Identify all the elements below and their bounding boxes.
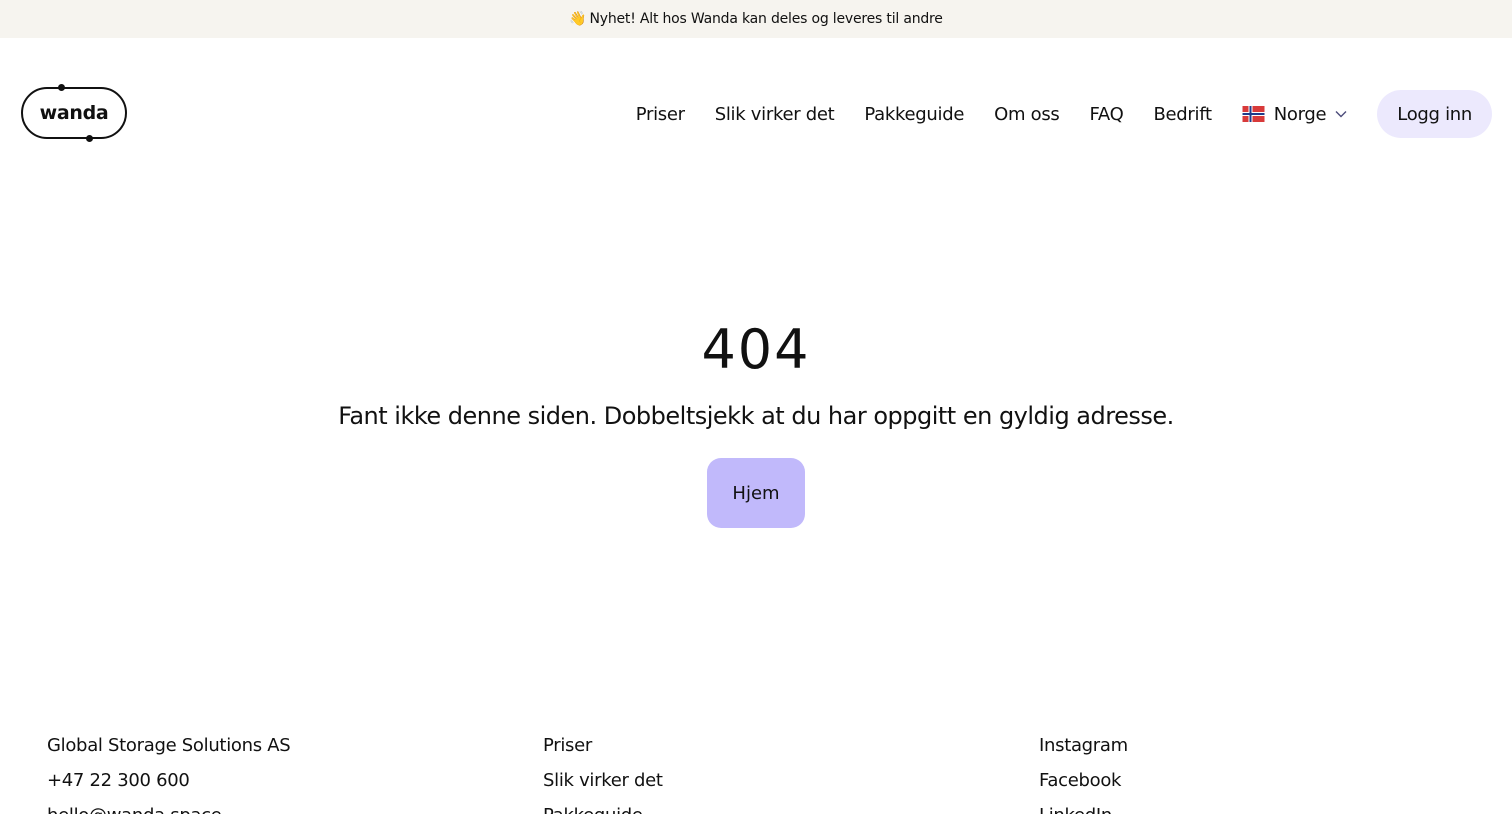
footer-company-name: Global Storage Solutions AS bbox=[47, 735, 291, 756]
footer-links-column: Priser Slik virker det Pakkeguide bbox=[543, 728, 663, 814]
footer-link-priser[interactable]: Priser bbox=[543, 728, 663, 763]
footer-link-linkedin[interactable]: LinkedIn bbox=[1039, 798, 1128, 814]
nav-item-priser[interactable]: Priser bbox=[636, 104, 685, 125]
not-found-section: 404 Fant ikke denne siden. Dobbeltsjekk … bbox=[0, 188, 1512, 728]
nav-item-slik-virker-det[interactable]: Slik virker det bbox=[715, 104, 835, 125]
footer-link-pakkeguide[interactable]: Pakkeguide bbox=[543, 798, 663, 814]
country-selector[interactable]: Norge bbox=[1242, 104, 1348, 125]
footer-link-slik-virker-det[interactable]: Slik virker det bbox=[543, 763, 663, 798]
footer-link-facebook[interactable]: Facebook bbox=[1039, 763, 1128, 798]
site-header: wanda Priser Slik virker det Pakkeguide … bbox=[0, 38, 1512, 188]
home-button[interactable]: Hjem bbox=[707, 458, 805, 528]
logo-dot-top bbox=[58, 84, 65, 91]
footer-link-instagram[interactable]: Instagram bbox=[1039, 728, 1128, 763]
country-label: Norge bbox=[1273, 103, 1327, 125]
announcement-bar: 👋 Nyhet! Alt hos Wanda kan deles og leve… bbox=[0, 0, 1512, 38]
waving-hand-icon: 👋 bbox=[569, 11, 587, 27]
footer-phone[interactable]: +47 22 300 600 bbox=[47, 763, 290, 798]
footer-email[interactable]: hello@wanda.space bbox=[47, 798, 290, 814]
norway-flag-icon bbox=[1242, 106, 1265, 122]
footer-company-column: Global Storage Solutions AS +47 22 300 6… bbox=[47, 728, 291, 814]
error-message: Fant ikke denne siden. Dobbeltsjekk at d… bbox=[338, 402, 1174, 430]
wanda-logo[interactable]: wanda bbox=[21, 84, 127, 142]
nav-item-faq[interactable]: FAQ bbox=[1090, 104, 1124, 125]
logo-dot-bottom bbox=[86, 135, 93, 142]
nav-item-om-oss[interactable]: Om oss bbox=[994, 104, 1060, 125]
announcement-text: Nyhet! Alt hos Wanda kan deles og levere… bbox=[589, 11, 943, 27]
error-code: 404 bbox=[701, 318, 811, 381]
site-footer: Global Storage Solutions AS +47 22 300 6… bbox=[0, 728, 1512, 814]
chevron-down-icon bbox=[1335, 111, 1347, 118]
login-button[interactable]: Logg inn bbox=[1377, 90, 1492, 138]
nav-item-pakkeguide[interactable]: Pakkeguide bbox=[864, 104, 964, 125]
nav-item-bedrift[interactable]: Bedrift bbox=[1153, 104, 1212, 125]
logo-text: wanda bbox=[39, 102, 109, 124]
main-nav: Priser Slik virker det Pakkeguide Om oss… bbox=[636, 90, 1492, 138]
footer-social-column: Instagram Facebook LinkedIn bbox=[1039, 728, 1128, 814]
